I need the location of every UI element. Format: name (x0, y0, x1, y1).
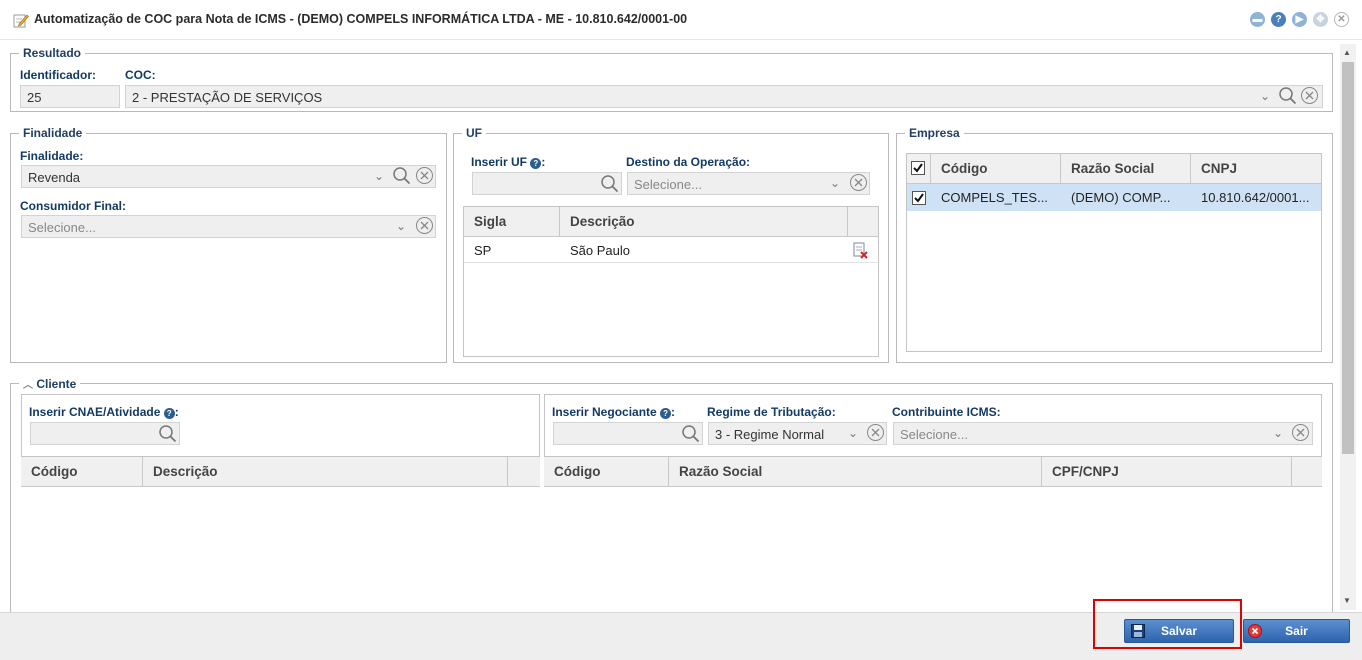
column-header-codigo[interactable]: Código (931, 154, 1061, 184)
contribuinte-icms-select[interactable]: Selecione... (893, 422, 1313, 445)
collapse-icon[interactable]: ︿ (23, 376, 33, 391)
clear-icon[interactable] (1291, 423, 1310, 442)
checkbox-checked-icon (911, 161, 925, 175)
window-title: Automatização de COC para Nota de ICMS -… (34, 12, 688, 26)
clear-icon[interactable] (1300, 86, 1319, 105)
delete-row-icon[interactable] (852, 242, 869, 259)
minimize-icon[interactable]: ▬ (1250, 12, 1265, 27)
resultado-legend: Resultado (23, 46, 82, 60)
search-icon[interactable] (158, 424, 177, 443)
chevron-down-icon[interactable]: ⌄ (828, 175, 842, 191)
clear-icon[interactable] (415, 216, 434, 235)
contribuinte-icms-label: Contribuinte ICMS: (892, 405, 1001, 419)
regime-tributacao-label: Regime de Tributação: (707, 405, 836, 419)
next-icon[interactable]: ▶ (1292, 12, 1307, 27)
chevron-down-icon[interactable]: ⌄ (394, 218, 408, 234)
cell-descricao: São Paulo (570, 243, 630, 258)
help-icon[interactable]: ? (1271, 12, 1286, 27)
destino-operacao-label: Destino da Operação: (626, 155, 751, 169)
cliente-legend[interactable]: ︿ Cliente (19, 376, 80, 391)
table-row[interactable]: COMPELS_TES... (DEMO) COMP... 10.810.642… (907, 184, 1321, 211)
empresa-grid: Código Razão Social CNPJ COMPELS_TES... … (906, 153, 1322, 352)
uf-grid: Sigla Descrição SP São Paulo (463, 206, 879, 357)
clear-icon[interactable] (415, 166, 434, 185)
column-header-cnpj[interactable]: CNPJ (1191, 154, 1321, 184)
clear-icon[interactable] (866, 423, 885, 442)
help-icon[interactable]: ? (530, 158, 542, 169)
help-icon[interactable]: ? (660, 408, 672, 419)
title-bar: Automatização de COC para Nota de ICMS -… (0, 0, 1362, 40)
exit-icon (1248, 624, 1262, 638)
uf-legend: UF (466, 126, 482, 140)
search-icon[interactable] (681, 424, 700, 443)
negociante-grid-header: Código Razão Social CPF/CNPJ (544, 457, 1322, 487)
identificador-field[interactable]: 25 (20, 85, 120, 108)
vertical-scrollbar[interactable]: ▲ ▼ (1340, 44, 1356, 610)
checkbox-checked-icon[interactable] (912, 191, 926, 205)
floppy-disk-icon (1131, 624, 1145, 638)
consumidor-final-label: Consumidor Final: (20, 199, 126, 213)
column-header-cpf-cnpj[interactable]: CPF/CNPJ (1042, 457, 1292, 487)
select-all-checkbox[interactable] (907, 154, 931, 184)
cell-cnpj: 10.810.642/0001... (1201, 190, 1310, 205)
coc-label: COC: (125, 68, 156, 82)
cell-razao-social: (DEMO) COMP... (1071, 190, 1171, 205)
cnae-grid: Código Descrição (21, 456, 540, 624)
chevron-down-icon[interactable]: ⌄ (372, 168, 386, 184)
exit-button-label: Sair (1285, 624, 1308, 638)
table-row[interactable]: SP São Paulo (464, 237, 878, 263)
finalidade-legend: Finalidade (23, 126, 83, 140)
exit-button[interactable]: Sair (1243, 619, 1350, 643)
cell-sigla: SP (474, 243, 492, 258)
edit-note-icon (13, 14, 29, 28)
save-button[interactable]: Salvar (1124, 619, 1234, 643)
clear-icon[interactable] (849, 173, 868, 192)
empresa-legend: Empresa (909, 126, 960, 140)
inserir-negociante-label: Inserir Negociante ?: (552, 405, 676, 419)
search-icon[interactable] (600, 174, 619, 193)
search-icon[interactable] (392, 166, 411, 185)
column-header-sigla[interactable]: Sigla (464, 207, 560, 237)
scroll-up-icon[interactable]: ▲ (1343, 48, 1351, 57)
column-header-descricao[interactable]: Descrição (560, 207, 848, 237)
column-header-codigo[interactable]: Código (21, 457, 143, 487)
column-header-codigo[interactable]: Código (544, 457, 669, 487)
cell-codigo: COMPELS_TES... (941, 190, 1048, 205)
inserir-uf-label: Inserir UF ?: (471, 155, 546, 169)
consumidor-final-select[interactable]: Selecione... (21, 215, 436, 238)
chevron-down-icon[interactable]: ⌄ (1271, 425, 1285, 441)
cnae-grid-header: Código Descrição (21, 457, 540, 487)
maximize-icon[interactable]: ✥ (1313, 12, 1328, 27)
scrollbar-thumb[interactable] (1342, 62, 1354, 454)
inserir-cnae-label: Inserir CNAE/Atividade ?: (29, 405, 179, 419)
finalidade-label: Finalidade: (20, 149, 84, 163)
uf-grid-header: Sigla Descrição (464, 207, 878, 237)
scroll-down-icon[interactable]: ▼ (1343, 596, 1351, 605)
column-header-descricao[interactable]: Descrição (143, 457, 508, 487)
help-icon[interactable]: ? (163, 408, 175, 419)
chevron-down-icon[interactable]: ⌄ (846, 425, 860, 441)
empresa-grid-header: Código Razão Social CNPJ (907, 154, 1321, 184)
save-button-label: Salvar (1160, 624, 1198, 638)
regime-tributacao-select[interactable]: 3 - Regime Normal (708, 422, 887, 445)
column-header-razao-social[interactable]: Razão Social (1061, 154, 1191, 184)
close-icon[interactable]: ✕ (1334, 12, 1349, 27)
coc-select[interactable]: 2 - PRESTAÇÃO DE SERVIÇOS (125, 85, 1323, 108)
chevron-down-icon[interactable]: ⌄ (1258, 88, 1272, 104)
search-icon[interactable] (1278, 86, 1297, 105)
identificador-label: Identificador: (20, 68, 97, 82)
column-header-razao-social[interactable]: Razão Social (669, 457, 1042, 487)
